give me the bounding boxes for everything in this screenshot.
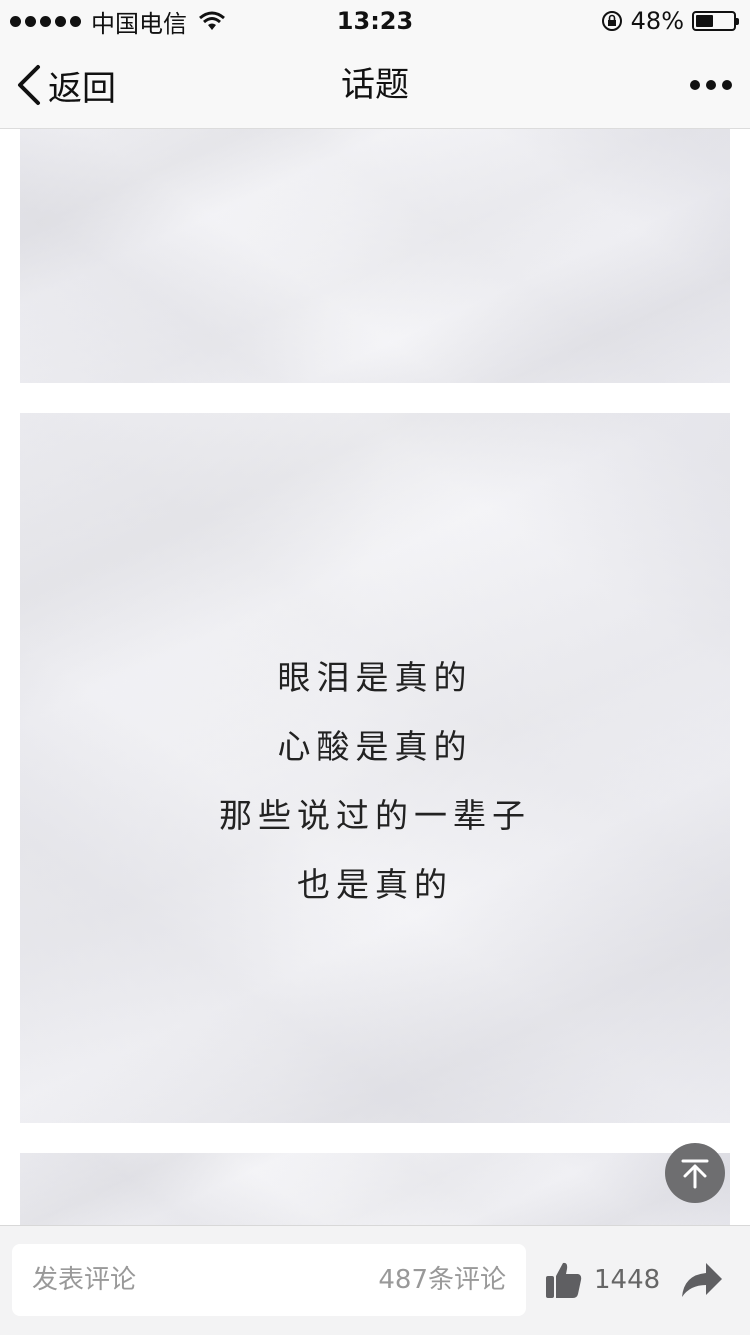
poem-line: 眼泪是真的	[277, 658, 473, 697]
scroll-to-top-icon	[681, 1159, 709, 1189]
share-arrow-icon	[682, 1263, 722, 1297]
more-button[interactable]	[690, 42, 732, 128]
comment-input[interactable]: 发表评论 487条评论	[12, 1244, 526, 1316]
battery-percent: 48%	[630, 7, 684, 35]
poem-line: 心酸是真的	[277, 727, 473, 766]
battery-icon	[692, 11, 739, 31]
post-image	[20, 129, 730, 383]
share-button[interactable]	[680, 1244, 724, 1316]
status-right: 48%	[601, 0, 739, 42]
like-button[interactable]: 1448	[544, 1244, 660, 1316]
poem-text: 眼泪是真的 心酸是真的 那些说过的一辈子 也是真的	[20, 643, 730, 919]
page-title: 话题	[341, 65, 409, 105]
topic-content[interactable]: 眼泪是真的 心酸是真的 那些说过的一辈子 也是真的	[0, 129, 750, 1225]
nav-bar: 返回 话题	[0, 42, 750, 129]
more-icon	[690, 80, 732, 90]
rotation-lock-icon	[601, 11, 622, 31]
poem-line: 那些说过的一辈子	[219, 796, 531, 835]
like-count: 1448	[594, 1265, 661, 1295]
comment-placeholder: 发表评论	[32, 1265, 137, 1295]
post-image	[20, 1153, 730, 1225]
thumbs-up-icon	[546, 1262, 582, 1298]
bottom-bar: 发表评论 487条评论 1448	[0, 1225, 750, 1335]
scroll-to-top-button[interactable]	[665, 1143, 725, 1203]
poem-line: 也是真的	[297, 865, 453, 904]
status-bar: 中国电信 13:23 48%	[0, 0, 750, 42]
post-image: 眼泪是真的 心酸是真的 那些说过的一辈子 也是真的	[20, 413, 730, 1123]
comment-count-link[interactable]: 487条评论	[378, 1244, 506, 1316]
